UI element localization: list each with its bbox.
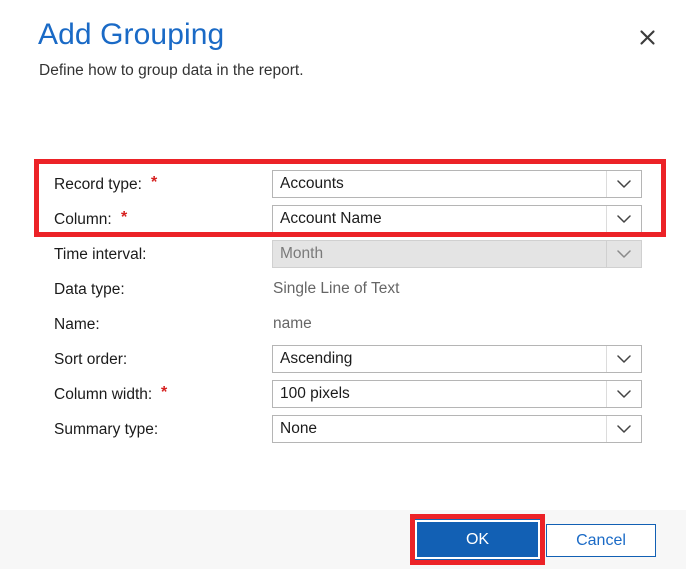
chevron-down-icon: [606, 381, 641, 407]
label-column-width: Column width:: [54, 386, 153, 403]
ok-button[interactable]: OK: [415, 520, 540, 559]
static-value-data-type: Single Line of Text: [273, 280, 400, 297]
form-row-column-width: Column width: * 100 pixels: [0, 380, 686, 410]
dropdown-column-width[interactable]: 100 pixels: [272, 380, 642, 408]
dropdown-value-summary-type: None: [280, 420, 318, 437]
dialog-header: Add Grouping Define how to group data in…: [0, 0, 686, 100]
chevron-down-icon: [606, 241, 641, 267]
dropdown-sort-order[interactable]: Ascending: [272, 345, 642, 373]
label-sort-order: Sort order:: [54, 351, 128, 368]
dropdown-value-column: Account Name: [280, 210, 382, 227]
label-record-type: Record type:: [54, 176, 142, 193]
dropdown-value-time-interval: Month: [280, 245, 324, 262]
label-data-type: Data type:: [54, 281, 125, 298]
chevron-down-icon: [606, 416, 641, 442]
form-row-data-type: Data type: Single Line of Text: [0, 275, 686, 305]
dropdown-record-type[interactable]: Accounts: [272, 170, 642, 198]
close-button[interactable]: [634, 24, 660, 50]
dialog-subtitle: Define how to group data in the report.: [39, 62, 304, 79]
add-grouping-dialog: Add Grouping Define how to group data in…: [0, 0, 686, 569]
dropdown-summary-type[interactable]: None: [272, 415, 642, 443]
label-name: Name:: [54, 316, 100, 333]
close-icon: [639, 29, 655, 45]
dropdown-column[interactable]: Account Name: [272, 205, 642, 233]
chevron-down-icon: [606, 206, 641, 232]
grouping-form: Record type: * Accounts Column: * Account Nam…: [0, 100, 686, 510]
dropdown-value-sort-order: Ascending: [280, 350, 353, 367]
dropdown-value-record-type: Accounts: [280, 175, 344, 192]
label-summary-type: Summary type:: [54, 421, 159, 438]
form-row-sort-order: Sort order: Ascending: [0, 345, 686, 375]
form-row-name: Name: name: [0, 310, 686, 340]
dropdown-time-interval: Month: [272, 240, 642, 268]
chevron-down-icon: [606, 346, 641, 372]
chevron-down-icon: [606, 171, 641, 197]
dropdown-value-column-width: 100 pixels: [280, 385, 350, 402]
required-marker-column: *: [121, 209, 128, 226]
form-row-summary-type: Summary type: None: [0, 415, 686, 445]
form-row-column: Column: * Account Name: [0, 205, 686, 235]
page-title: Add Grouping: [38, 18, 225, 51]
form-row-record-type: Record type: * Accounts: [0, 170, 686, 200]
form-row-time-interval: Time interval: Month: [0, 240, 686, 270]
required-marker-column-width: *: [161, 384, 168, 401]
required-marker-record-type: *: [151, 174, 158, 191]
cancel-button[interactable]: Cancel: [546, 524, 656, 557]
label-time-interval: Time interval:: [54, 246, 147, 263]
static-value-name: name: [273, 315, 312, 332]
label-column: Column:: [54, 211, 112, 228]
